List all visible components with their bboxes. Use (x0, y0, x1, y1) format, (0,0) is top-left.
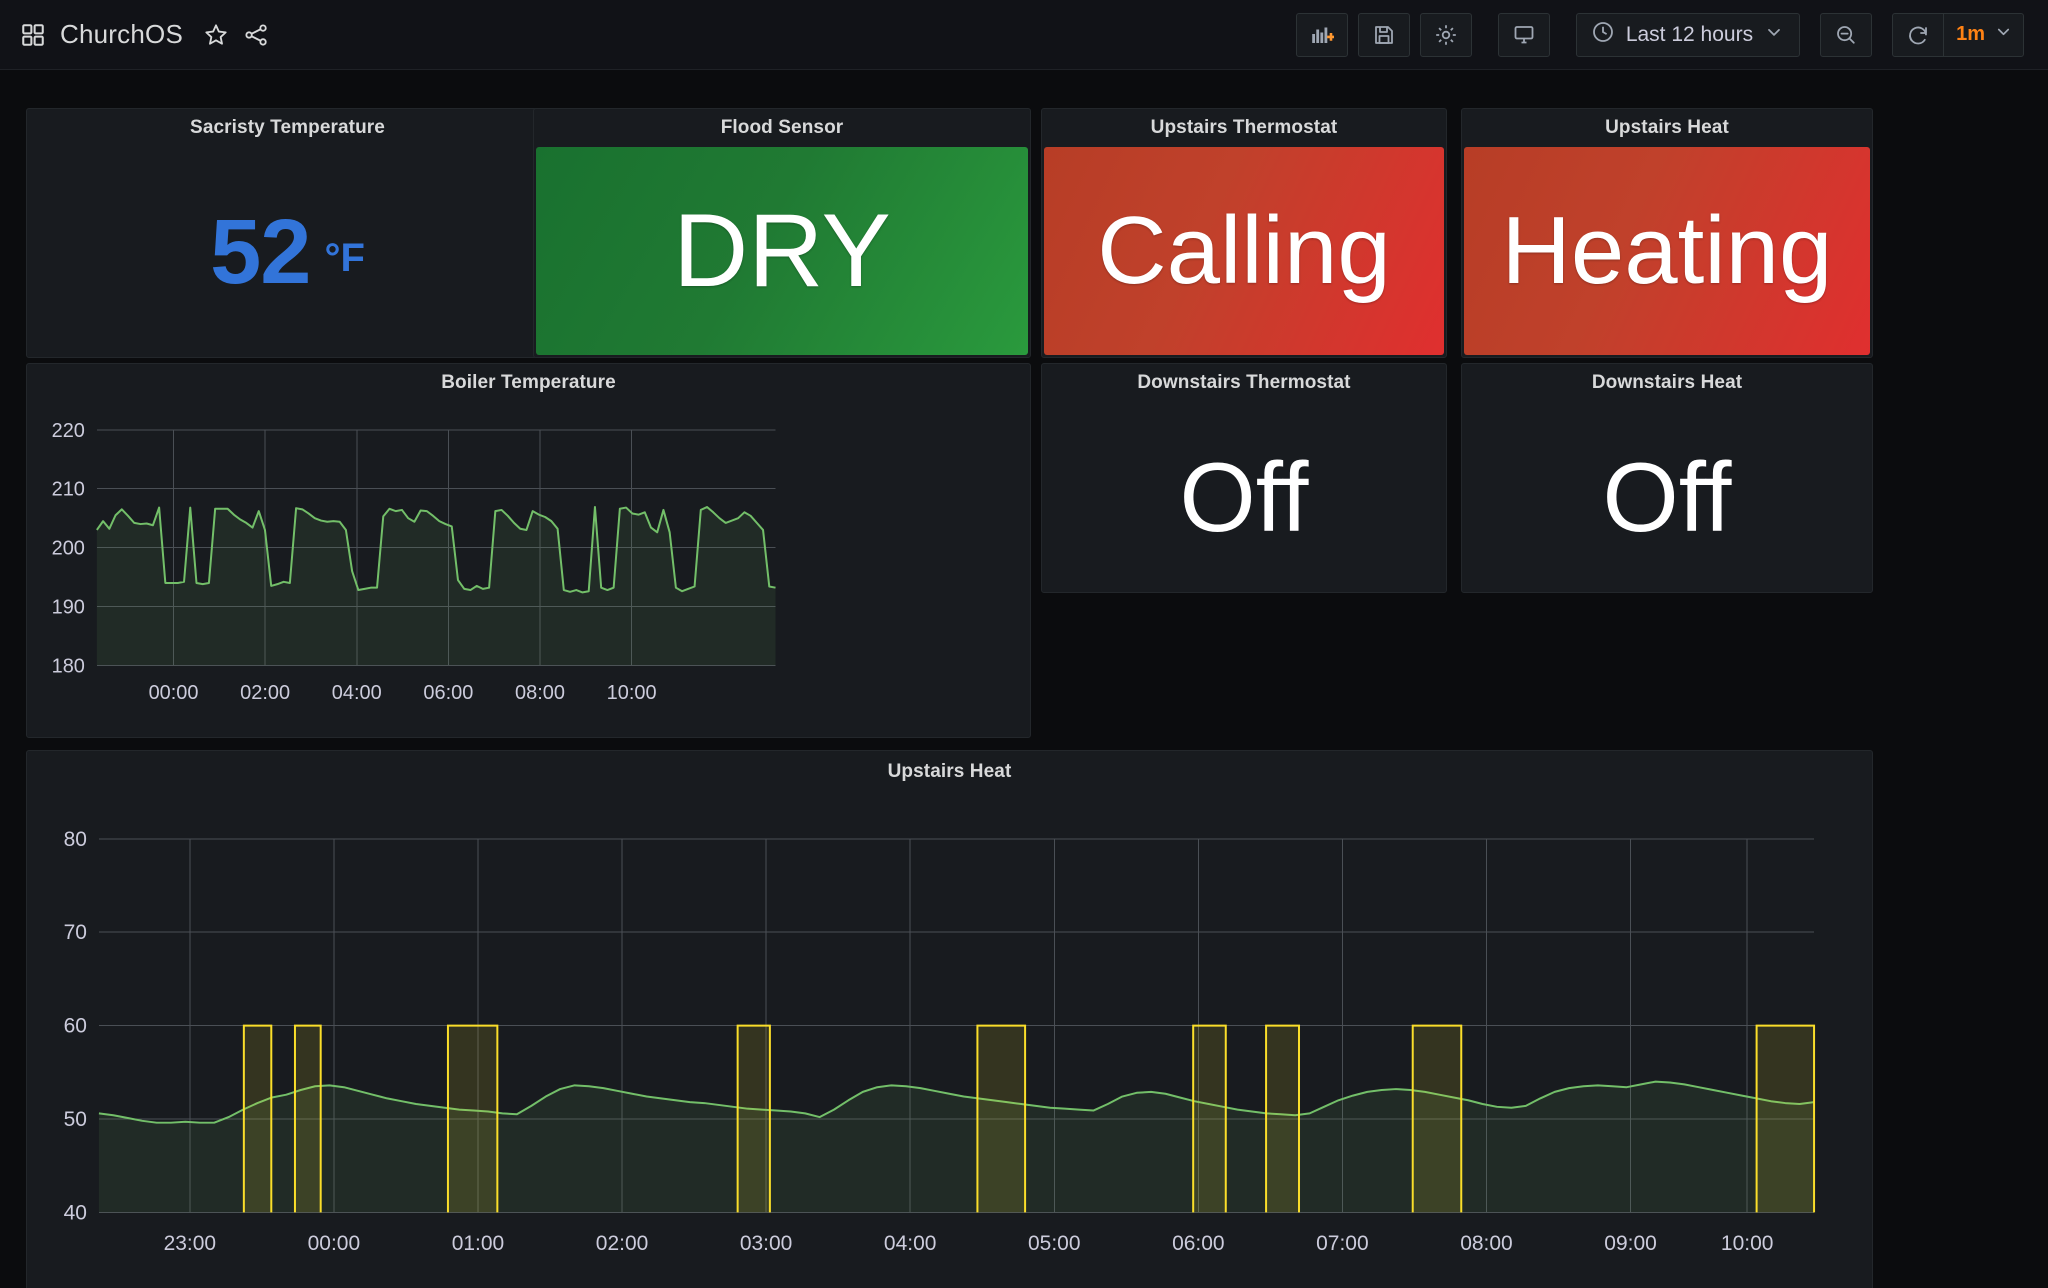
grid-icon[interactable] (20, 22, 46, 48)
panel-upstairs-thermostat[interactable]: Upstairs Thermostat Calling (1041, 108, 1447, 358)
panel-title: Flood Sensor (720, 117, 844, 138)
refresh-interval-picker[interactable]: 1m (1944, 22, 2023, 47)
svg-text:220: 220 (52, 420, 85, 442)
svg-text:07:00: 07:00 (1316, 1232, 1368, 1255)
navbar-right-group: Last 12 hours 1m (1295, 12, 2024, 57)
upstairs-thermostat-value: Calling (1097, 197, 1391, 304)
time-range-label: Last 12 hours (1625, 22, 1754, 46)
upstairs-thermostat-status-area: Calling (1044, 147, 1444, 355)
svg-text:80: 80 (64, 828, 87, 851)
chevron-down-icon (1994, 22, 2013, 47)
boiler-temperature-chart[interactable]: 180 190 200 210 220 00:00 02:00 04:00 06:00 08:00… (27, 402, 1030, 737)
upstairs-heat-chart[interactable]: 40 50 60 70 80 23:00 00:00 01:00 02:00 03:00 04:00… (27, 793, 1872, 1288)
panel-upstairs-heat-graph[interactable]: Upstairs Heat 40 50 60 70 80 23:00 00:00 01:00 0… (26, 750, 1873, 1288)
refresh-control-group: 1m (1892, 12, 2024, 57)
add-panel-icon[interactable] (1295, 12, 1348, 57)
stat-value-area: Off (1462, 402, 1872, 592)
stat-value-area: 52 °F (27, 147, 548, 357)
panel-boiler-temperature[interactable]: Boiler Temperature 180 190 200 210 220 00:00 0… (26, 363, 1031, 738)
svg-text:190: 190 (52, 597, 85, 619)
svg-text:06:00: 06:00 (1172, 1232, 1224, 1255)
panel-sacristy-temperature[interactable]: Sacristy Temperature 52 °F (26, 108, 549, 358)
sacristy-temperature-value: 52 (210, 201, 311, 303)
svg-text:180: 180 (52, 655, 85, 677)
svg-text:01:00: 01:00 (452, 1232, 504, 1255)
panel-title: Upstairs Thermostat (1150, 117, 1338, 138)
svg-text:10:00: 10:00 (1721, 1232, 1773, 1255)
time-range-picker[interactable]: Last 12 hours (1575, 12, 1801, 57)
navbar-left-group: ChurchOS (20, 19, 269, 50)
upstairs-heat-status-area: Heating (1464, 147, 1870, 355)
dashboard-title[interactable]: ChurchOS (60, 19, 183, 50)
svg-text:50: 50 (64, 1108, 87, 1131)
svg-text:08:00: 08:00 (1460, 1232, 1512, 1255)
chevron-down-icon (1764, 22, 1784, 47)
svg-text:00:00: 00:00 (308, 1232, 360, 1255)
dashboard-grid: Sacristy Temperature 52 °F Flood Sensor … (0, 70, 2048, 1288)
svg-text:04:00: 04:00 (332, 682, 382, 704)
panel-title: Downstairs Heat (1591, 372, 1743, 393)
share-icon[interactable] (243, 22, 269, 48)
panel-downstairs-heat[interactable]: Downstairs Heat Off (1461, 363, 1873, 593)
save-dashboard-icon[interactable] (1357, 12, 1410, 57)
svg-text:10:00: 10:00 (607, 682, 657, 704)
svg-text:05:00: 05:00 (1028, 1232, 1080, 1255)
svg-text:23:00: 23:00 (164, 1232, 216, 1255)
svg-text:03:00: 03:00 (740, 1232, 792, 1255)
flood-sensor-value: DRY (673, 193, 891, 309)
stat-value-area: Off (1042, 402, 1446, 592)
svg-text:04:00: 04:00 (884, 1232, 936, 1255)
panel-upstairs-heat-stat[interactable]: Upstairs Heat Heating (1461, 108, 1873, 358)
star-icon[interactable] (203, 22, 229, 48)
panel-title: Boiler Temperature (441, 372, 616, 393)
svg-text:70: 70 (64, 921, 87, 944)
svg-text:02:00: 02:00 (596, 1232, 648, 1255)
panel-flood-sensor[interactable]: Flood Sensor DRY (533, 108, 1031, 358)
svg-text:09:00: 09:00 (1604, 1232, 1656, 1255)
panel-title: Upstairs Heat (887, 761, 1012, 782)
svg-text:08:00: 08:00 (515, 682, 565, 704)
top-navbar: ChurchOS Last 12 hours 1m (0, 0, 2048, 70)
downstairs-heat-value: Off (1602, 442, 1732, 552)
refresh-icon[interactable] (1893, 14, 1943, 56)
flood-sensor-status-area: DRY (536, 147, 1028, 355)
svg-text:60: 60 (64, 1015, 87, 1038)
svg-text:02:00: 02:00 (240, 682, 290, 704)
refresh-interval-label: 1m (1956, 23, 1985, 45)
dashboard-settings-icon[interactable] (1419, 12, 1472, 57)
svg-text:40: 40 (64, 1201, 87, 1224)
clock-icon (1591, 20, 1615, 49)
svg-text:200: 200 (52, 538, 85, 560)
panel-title: Upstairs Heat (1605, 117, 1729, 138)
tv-kiosk-mode-icon[interactable] (1497, 12, 1550, 57)
panel-title: Sacristy Temperature (190, 117, 385, 138)
sacristy-temperature-unit: °F (324, 235, 365, 280)
zoom-out-time-range-icon[interactable] (1820, 12, 1873, 57)
upstairs-heat-value: Heating (1501, 197, 1833, 304)
panel-title: Downstairs Thermostat (1137, 372, 1351, 393)
svg-text:210: 210 (52, 479, 85, 501)
svg-text:06:00: 06:00 (423, 682, 473, 704)
downstairs-thermostat-value: Off (1179, 442, 1309, 552)
svg-text:00:00: 00:00 (149, 682, 199, 704)
panel-downstairs-thermostat[interactable]: Downstairs Thermostat Off (1041, 363, 1447, 593)
